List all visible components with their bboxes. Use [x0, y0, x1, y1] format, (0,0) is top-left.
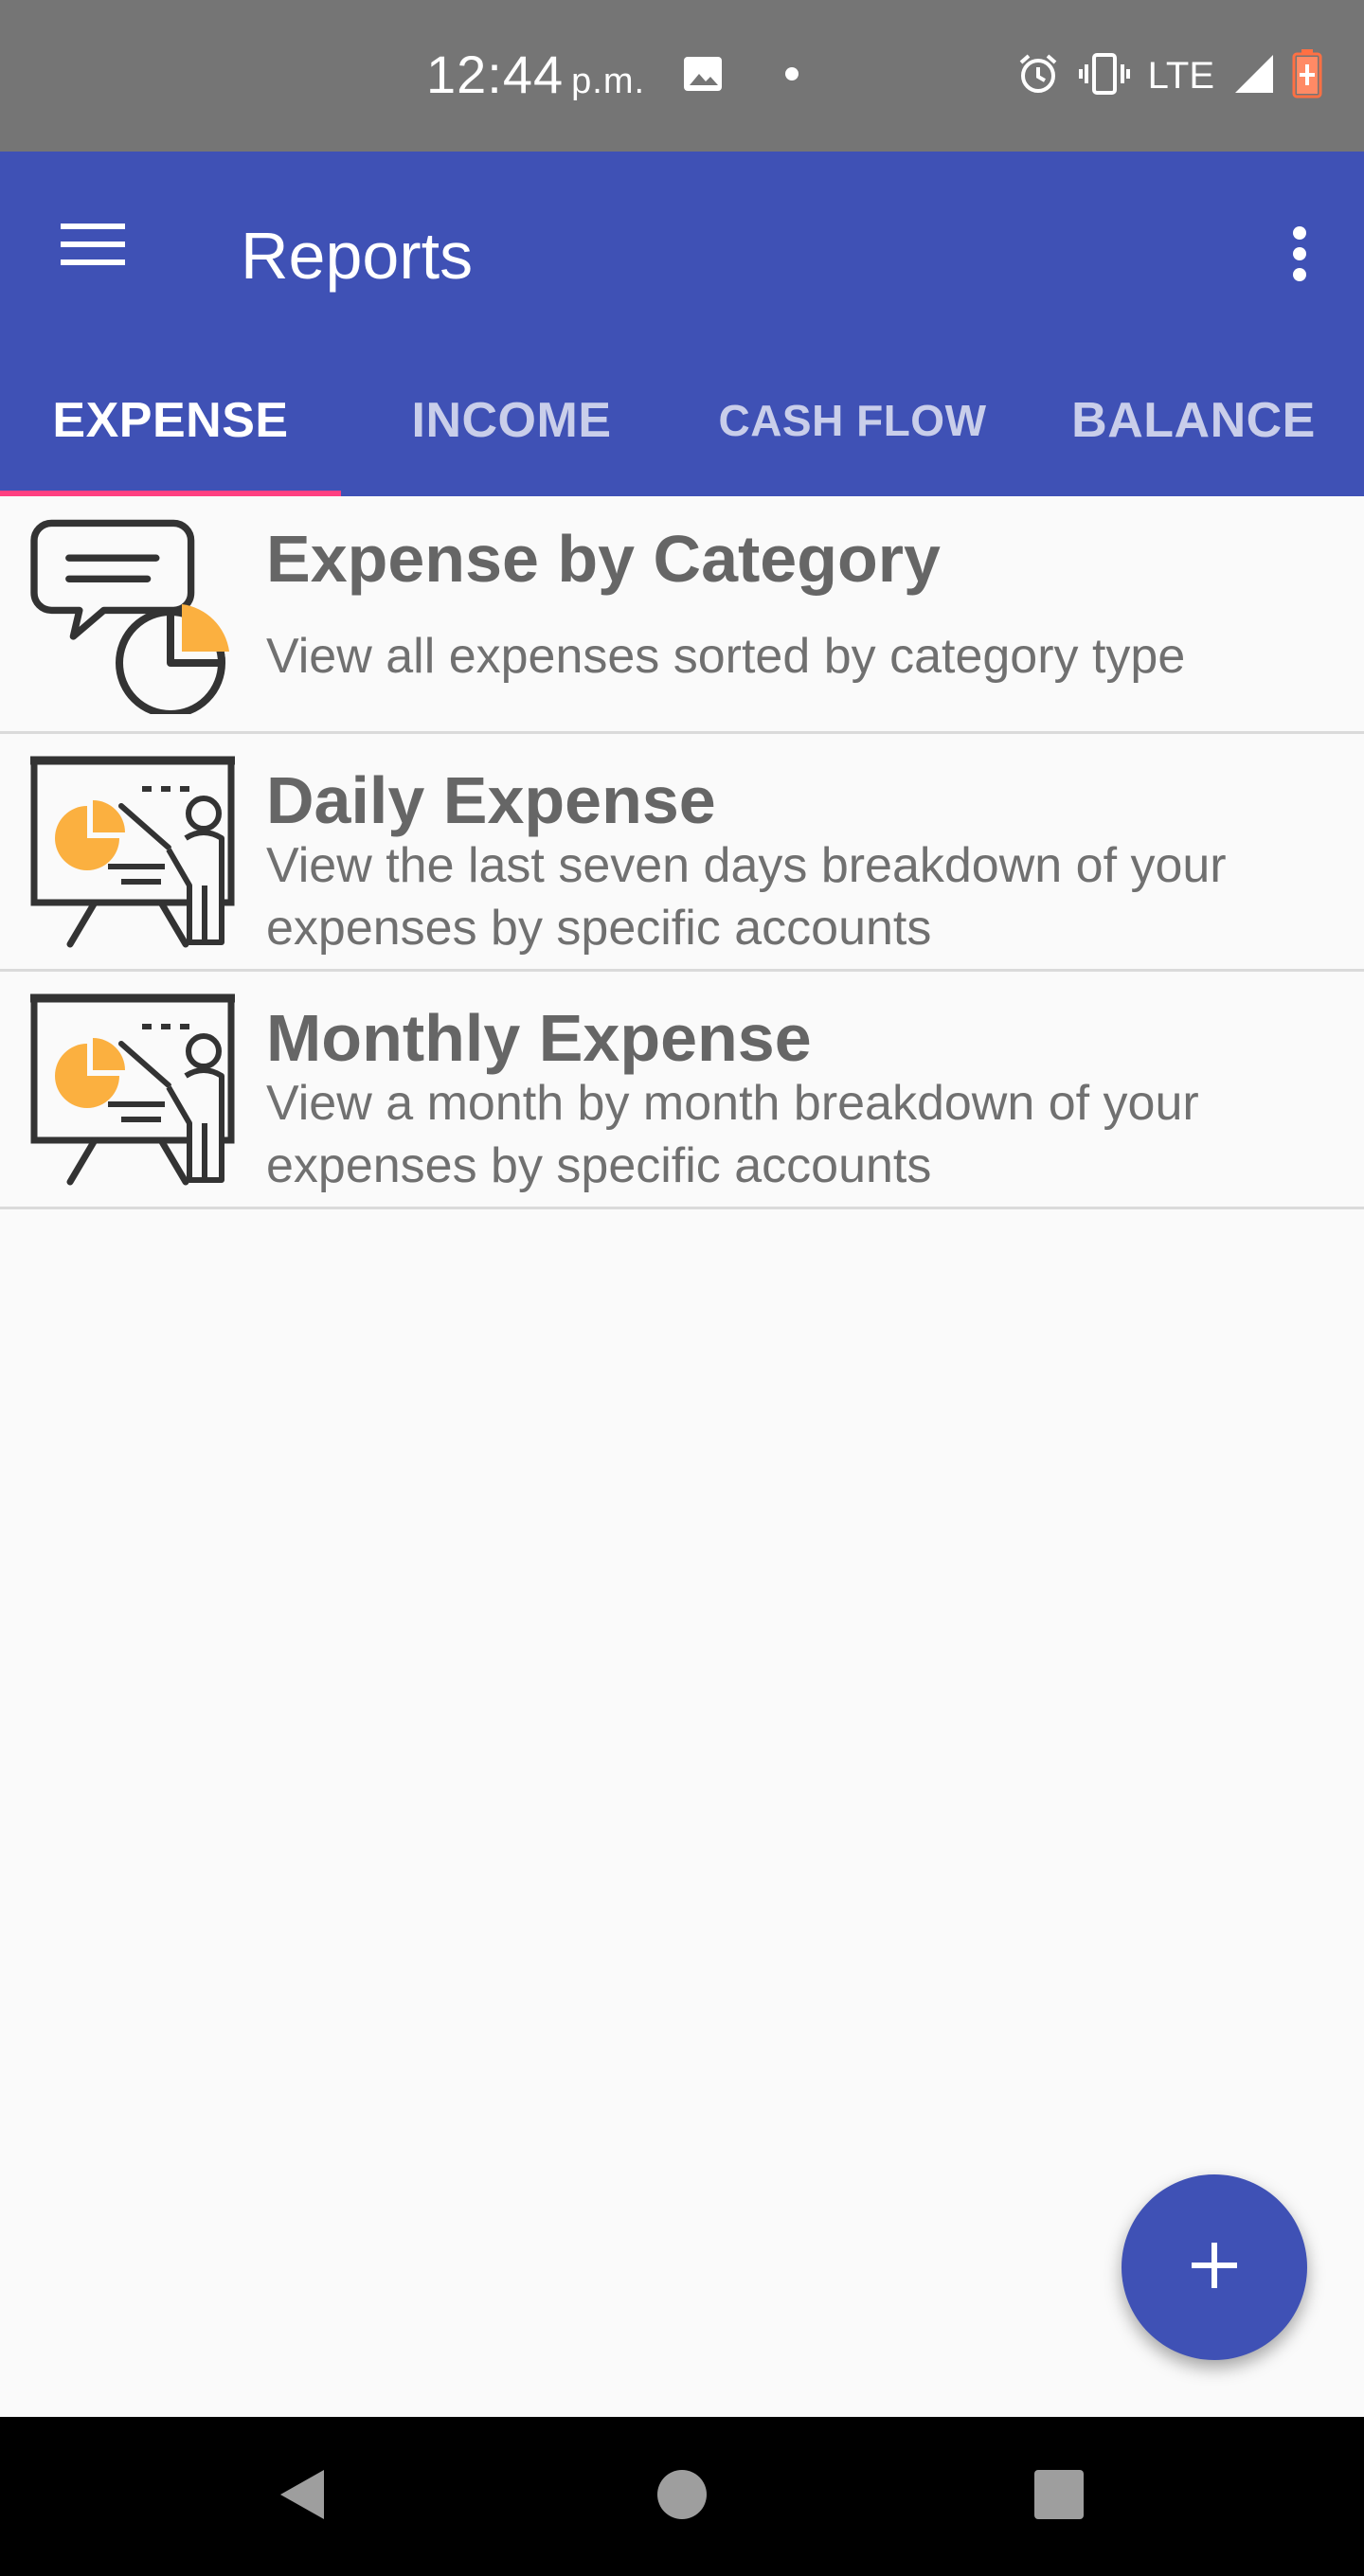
vibrate-icon	[1078, 51, 1131, 101]
recents-button[interactable]	[1012, 2449, 1106, 2544]
recents-icon	[1032, 2468, 1086, 2526]
network-type: LTE	[1147, 55, 1214, 97]
app-bar: Reports EXPENSE INCOME CASH FLOW BALANCE	[0, 152, 1364, 498]
system-nav-bar	[0, 2417, 1364, 2576]
status-bar: 12:44 p.m. LTE	[0, 0, 1364, 152]
report-tabs: EXPENSE INCOME CASH FLOW BALANCE	[0, 345, 1364, 498]
back-icon	[275, 2466, 332, 2528]
plus-icon	[1188, 2239, 1241, 2297]
status-clock: 12:44 p.m.	[426, 42, 645, 115]
hamburger-menu-icon	[61, 222, 125, 272]
signal-icon	[1233, 53, 1275, 99]
dot-icon	[784, 66, 799, 86]
page-title: Reports	[241, 219, 474, 293]
add-button[interactable]	[1122, 2174, 1307, 2360]
tab-cash-flow[interactable]: CASH FLOW	[682, 345, 1023, 496]
report-description: View a month by month breakdown of your …	[266, 1076, 1199, 1193]
image-icon	[682, 53, 724, 99]
report-title: Expense by Category	[266, 522, 941, 596]
report-item-daily-expense[interactable]: Daily Expense View the last seven days b…	[0, 734, 1364, 972]
report-list: Expense by Category View all expenses so…	[0, 496, 1364, 1209]
report-item-expense-by-category[interactable]: Expense by Category View all expenses so…	[0, 496, 1364, 734]
home-button[interactable]	[635, 2449, 729, 2544]
report-title: Daily Expense	[266, 763, 716, 837]
more-vert-icon	[1292, 225, 1307, 287]
battery-charging-icon	[1292, 48, 1322, 103]
presentation-board-icon	[28, 981, 237, 1190]
chat-pie-chart-icon	[28, 506, 237, 718]
presentation-board-icon	[28, 743, 237, 952]
home-icon	[655, 2468, 709, 2526]
report-item-monthly-expense[interactable]: Monthly Expense View a month by month br…	[0, 972, 1364, 1209]
tab-expense[interactable]: EXPENSE	[0, 345, 341, 496]
overflow-menu-button[interactable]	[1271, 208, 1328, 303]
report-description: View the last seven days breakdown of yo…	[266, 838, 1227, 956]
tab-balance[interactable]: BALANCE	[1023, 345, 1364, 496]
status-time-value: 12:44	[426, 45, 565, 104]
hamburger-menu-button[interactable]	[55, 208, 131, 284]
report-description: View all expenses sorted by category typ…	[266, 629, 1186, 684]
tab-income[interactable]: INCOME	[341, 345, 682, 496]
report-title: Monthly Expense	[266, 1001, 812, 1075]
alarm-icon	[1015, 51, 1061, 101]
back-button[interactable]	[256, 2449, 350, 2544]
status-time-ampm: p.m.	[571, 62, 646, 101]
